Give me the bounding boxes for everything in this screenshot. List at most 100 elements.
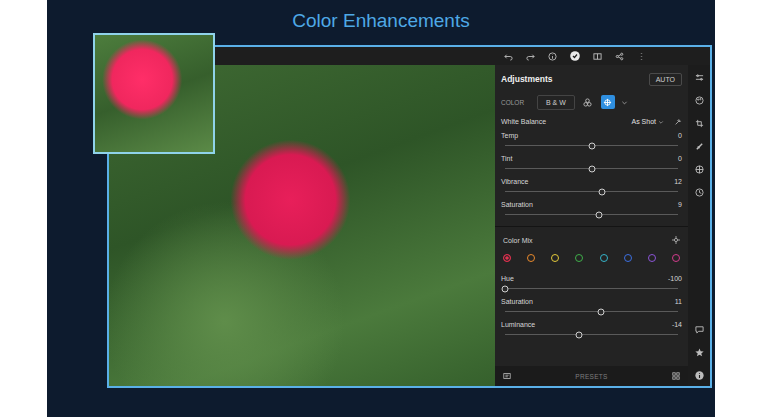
color-label: COLOR (501, 99, 531, 106)
color-mix-title: Color Mix (503, 237, 533, 244)
tool-rail (688, 65, 710, 386)
check-icon[interactable] (570, 51, 580, 61)
color-mix-icon[interactable] (603, 98, 612, 107)
color-swatch[interactable] (600, 254, 608, 262)
color-swatch[interactable] (527, 254, 535, 262)
slider-reading[interactable]: -14 (672, 320, 682, 329)
slider-reading[interactable]: -100 (668, 274, 682, 283)
slider-reading[interactable]: 9 (678, 200, 682, 209)
target-icon[interactable] (672, 236, 680, 244)
color-row: COLOR B & W (495, 91, 688, 113)
color-swatch[interactable] (672, 254, 680, 262)
slider[interactable] (505, 187, 678, 196)
slider-thumb[interactable] (596, 211, 603, 218)
color-mode-button[interactable] (601, 95, 615, 109)
before-thumbnail (93, 33, 215, 154)
rail-bottom (695, 325, 704, 380)
slider-reading[interactable]: 0 (678, 131, 682, 140)
more-icon[interactable] (637, 52, 646, 61)
bottom-bar: PRESETS (495, 366, 688, 386)
white-balance-value: As Shot (631, 118, 656, 125)
divider (495, 226, 688, 227)
slider-label: Tint (501, 154, 512, 163)
slider-thumb[interactable] (576, 331, 583, 338)
share-icon[interactable] (615, 52, 624, 61)
history-icon[interactable] (695, 188, 704, 197)
panel-header: Adjustments AUTO (495, 65, 688, 91)
optics-icon[interactable] (695, 165, 704, 174)
page: Color EnhancementsAdjustmentsAUTOCOLORB … (0, 0, 760, 417)
slider-row: Luminance -14 (495, 318, 688, 341)
color-mode-button[interactable] (581, 95, 595, 109)
compare-icon[interactable] (593, 52, 602, 61)
slider-row: Tint 0 (495, 152, 688, 175)
slider-thumb[interactable] (502, 285, 509, 292)
undo-icon[interactable] (504, 52, 513, 61)
slider-reading[interactable]: 12 (674, 177, 682, 186)
spacer (495, 341, 688, 366)
color-wheels-icon[interactable] (583, 98, 592, 107)
slider[interactable] (505, 141, 678, 150)
slider-label: Vibrance (501, 177, 529, 186)
slider-row: Saturation 11 (495, 295, 688, 318)
presets-icon[interactable] (503, 372, 511, 380)
chevron-down-icon[interactable] (621, 99, 628, 106)
slider-reading[interactable]: 0 (678, 154, 682, 163)
white-balance-row: White BalanceAs Shot (495, 113, 688, 129)
slider-row: Temp 0 (495, 129, 688, 152)
chevron-down-icon[interactable] (658, 119, 664, 125)
slider[interactable] (505, 330, 678, 339)
bw-button[interactable]: B & W (537, 95, 575, 110)
panel-title: Adjustments (501, 74, 552, 84)
slider-label: Hue (501, 274, 514, 283)
comment-icon[interactable] (695, 325, 704, 334)
info-icon[interactable] (548, 52, 557, 61)
slider-head: Vibrance 12 (501, 177, 682, 186)
slider-head: Temp 0 (501, 131, 682, 140)
slider-thumb[interactable] (588, 165, 595, 172)
color-swatches (495, 248, 688, 272)
color-swatch[interactable] (503, 254, 511, 262)
slider-label: Temp (501, 131, 518, 140)
auto-button[interactable]: AUTO (649, 73, 682, 86)
grid-icon[interactable] (672, 372, 680, 380)
color-swatch[interactable] (551, 254, 559, 262)
color-mix-header: Color Mix (495, 232, 688, 248)
presets-label[interactable]: PRESETS (575, 373, 607, 380)
white-balance-select[interactable]: As Shot (631, 118, 664, 125)
slider-thumb[interactable] (598, 188, 605, 195)
slider[interactable] (505, 284, 678, 293)
healing-icon[interactable] (695, 142, 704, 151)
adjustments-panel: Adjustments AUTO COLOR B & W White BalanceAs… (495, 65, 688, 386)
slider[interactable] (505, 164, 678, 173)
slider-reading[interactable]: 11 (675, 297, 682, 306)
star-icon[interactable] (695, 348, 704, 357)
slider-head: Saturation 11 (501, 297, 682, 306)
color-swatch[interactable] (624, 254, 632, 262)
info-icon[interactable] (695, 371, 704, 380)
slider-track (505, 214, 678, 215)
color-swatch[interactable] (575, 254, 583, 262)
slider[interactable] (505, 210, 678, 219)
redo-icon[interactable] (526, 52, 535, 61)
slider[interactable] (505, 307, 678, 316)
slider-head: Luminance -14 (501, 320, 682, 329)
slider-thumb[interactable] (588, 142, 595, 149)
slider-head: Hue -100 (501, 274, 682, 283)
palette-icon[interactable] (695, 96, 704, 105)
color-swatch[interactable] (648, 254, 656, 262)
slider-track (505, 311, 678, 312)
slider-label: Saturation (501, 297, 533, 306)
slider-row: Vibrance 12 (495, 175, 688, 198)
crop-icon[interactable] (695, 119, 704, 128)
eyedropper-icon[interactable] (674, 118, 682, 126)
sliders-icon[interactable] (695, 73, 704, 82)
white-balance-controls: As Shot (631, 118, 682, 126)
slider-track (505, 288, 678, 289)
slider-thumb[interactable] (598, 308, 605, 315)
slider-head: Tint 0 (501, 154, 682, 163)
slider-label: Luminance (501, 320, 535, 329)
slider-track (505, 191, 678, 192)
rail-top (695, 73, 704, 197)
slider-label: Saturation (501, 200, 533, 209)
